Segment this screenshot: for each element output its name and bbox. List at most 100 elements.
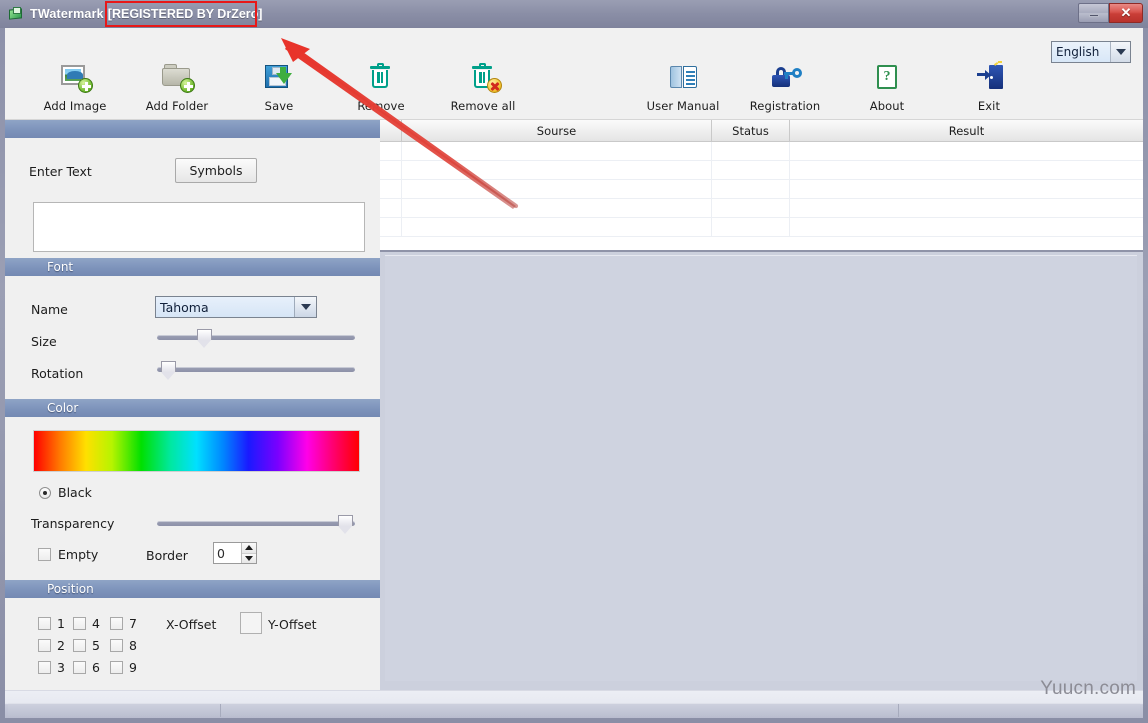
toolbar-remove[interactable]: Remove [333, 62, 429, 113]
table-row[interactable] [380, 199, 1143, 218]
toolbar-add-folder[interactable]: Add Folder [129, 62, 225, 113]
watermark-text-input[interactable] [33, 202, 365, 252]
checkbox-indicator-icon[interactable] [110, 617, 123, 630]
status-bar-divider-2 [898, 704, 899, 717]
position-checkbox-7[interactable]: 7 [110, 616, 137, 631]
position-checkbox-5-label: 5 [92, 638, 100, 653]
image-preview-canvas[interactable] [385, 255, 1137, 681]
table-cell [402, 180, 712, 198]
title-bar: TWatermark [REGISTERED BY DrZero] ✕ [0, 0, 1148, 28]
client-area: Add Image Add Folder Save Remove Remove … [5, 28, 1143, 690]
font-section-header: Font [5, 258, 380, 276]
radio-indicator-icon[interactable] [39, 486, 51, 499]
font-name-select[interactable]: Tahoma [155, 296, 317, 318]
table-cell [790, 218, 1143, 236]
position-checkbox-3[interactable]: 3 [38, 660, 65, 675]
position-checkbox-5[interactable]: 5 [73, 638, 100, 653]
position-checkbox-9[interactable]: 9 [110, 660, 137, 675]
stepper-up-icon[interactable] [242, 543, 256, 554]
table-cell [712, 199, 790, 217]
position-checkbox-8-label: 8 [129, 638, 137, 653]
table-col-status[interactable]: Status [712, 120, 790, 141]
position-checkbox-4[interactable]: 4 [73, 616, 100, 631]
border-width-stepper[interactable]: 0 [213, 542, 257, 564]
checkbox-indicator-icon[interactable] [73, 661, 86, 674]
table-row[interactable] [380, 161, 1143, 180]
app-title: TWatermark [30, 7, 104, 21]
checkbox-indicator-icon[interactable] [38, 661, 51, 674]
table-cell [402, 142, 712, 160]
checkbox-indicator-icon[interactable] [38, 639, 51, 652]
position-section-body: 1 4 7 2 5 8 3 6 9 X-Offset Y-Offset [5, 598, 380, 690]
language-select[interactable]: English [1051, 41, 1131, 63]
table-row[interactable] [380, 218, 1143, 237]
position-checkbox-2-label: 2 [57, 638, 65, 653]
open-book-icon [666, 62, 700, 92]
position-checkbox-6[interactable]: 6 [73, 660, 100, 675]
chevron-down-icon[interactable] [294, 297, 316, 317]
table-row[interactable] [380, 142, 1143, 161]
checkbox-indicator-icon[interactable] [38, 617, 51, 630]
font-name-value: Tahoma [156, 297, 294, 317]
position-checkbox-4-label: 4 [92, 616, 100, 631]
black-color-radio[interactable]: Black [39, 485, 92, 500]
table-cell [790, 199, 1143, 217]
table-col-sourse[interactable]: Sourse [402, 120, 712, 141]
table-cell [790, 161, 1143, 179]
transparency-slider[interactable] [157, 514, 355, 534]
checkbox-indicator-icon[interactable] [110, 639, 123, 652]
color-spectrum-picker[interactable] [33, 430, 360, 472]
empty-checkbox[interactable]: Empty [38, 547, 98, 562]
file-list-table[interactable]: Sourse Status Result [380, 120, 1143, 250]
offset-input[interactable] [240, 612, 262, 634]
text-section-body: Enter Text Symbols [5, 138, 380, 252]
stepper-down-icon[interactable] [242, 553, 256, 563]
checkbox-indicator-icon[interactable] [73, 617, 86, 630]
position-section-title: Position [47, 582, 94, 596]
toolbar-remove-all[interactable]: Remove all [435, 62, 531, 113]
chevron-down-icon[interactable] [1110, 42, 1130, 62]
color-section-body: Black Transparency Empty Border 0 [5, 417, 380, 573]
text-section-header [5, 120, 380, 138]
minimize-button[interactable] [1078, 3, 1109, 23]
font-section-body: Name Tahoma Size Rotation [5, 276, 380, 392]
position-checkbox-3-label: 3 [57, 660, 65, 675]
image-preview-area[interactable] [380, 250, 1143, 690]
checkbox-indicator-icon[interactable] [110, 661, 123, 674]
toolbar-remove-all-label: Remove all [450, 99, 516, 113]
table-cell [402, 161, 712, 179]
language-select-value: English [1052, 42, 1110, 62]
position-checkbox-8[interactable]: 8 [110, 638, 137, 653]
toolbar-exit[interactable]: Exit [941, 61, 1037, 113]
registration-tag: [REGISTERED BY DrZero] [107, 7, 263, 21]
app-logo-icon [8, 6, 24, 22]
table-col-check[interactable] [380, 120, 402, 141]
font-rotation-slider-thumb[interactable] [160, 361, 176, 380]
toolbar-add-image[interactable]: Add Image [27, 62, 123, 113]
table-col-result[interactable]: Result [790, 120, 1143, 141]
font-size-slider[interactable] [157, 328, 355, 348]
position-checkbox-2[interactable]: 2 [38, 638, 65, 653]
about-question-book-icon: ? [870, 62, 904, 92]
toolbar-registration[interactable]: Registration [737, 62, 833, 113]
toolbar-save[interactable]: Save [231, 62, 327, 113]
close-button[interactable]: ✕ [1109, 3, 1143, 23]
font-size-label: Size [31, 334, 57, 349]
border-width-value: 0 [217, 545, 225, 561]
toolbar-user-manual[interactable]: User Manual [635, 62, 731, 113]
symbols-button[interactable]: Symbols [175, 158, 257, 183]
toolbar-about[interactable]: ? About [839, 62, 935, 113]
table-cell [790, 180, 1143, 198]
trash-delete-all-icon [466, 62, 502, 93]
checkbox-indicator-icon[interactable] [38, 548, 51, 561]
font-size-slider-thumb[interactable] [196, 329, 212, 348]
table-cell [380, 180, 402, 198]
table-row[interactable] [380, 180, 1143, 199]
table-cell [712, 161, 790, 179]
font-rotation-slider[interactable] [157, 360, 355, 380]
position-checkbox-1[interactable]: 1 [38, 616, 65, 631]
status-bar-inner [8, 703, 1140, 717]
transparency-slider-thumb[interactable] [337, 515, 353, 534]
checkbox-indicator-icon[interactable] [73, 639, 86, 652]
table-cell [380, 218, 402, 236]
